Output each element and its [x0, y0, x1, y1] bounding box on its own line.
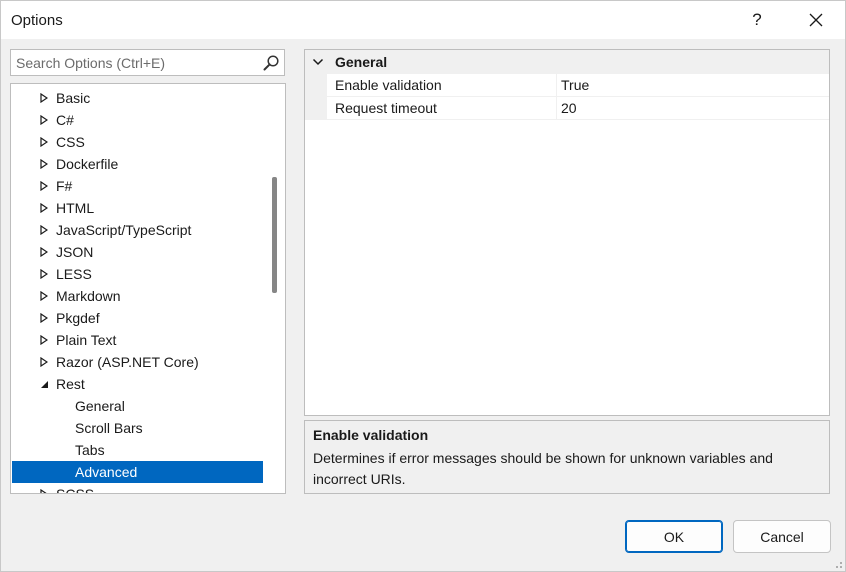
search-icon[interactable] [262, 54, 280, 72]
expand-arrow-icon[interactable] [38, 351, 50, 373]
property-row-gutter [305, 74, 327, 96]
property-separator [556, 97, 557, 119]
help-button[interactable]: ? [734, 1, 780, 39]
ok-button[interactable]: OK [625, 520, 723, 553]
tree-item-label: SCSS [56, 486, 95, 494]
tree-item-markdown[interactable]: Markdown [12, 285, 263, 307]
expand-arrow-icon[interactable] [38, 153, 50, 175]
tree-item-css[interactable]: CSS [12, 131, 263, 153]
expand-arrow-icon[interactable] [38, 175, 50, 197]
tree-item-json[interactable]: JSON [12, 241, 263, 263]
expand-arrow-icon[interactable] [38, 87, 50, 109]
close-button[interactable] [793, 1, 839, 39]
expand-arrow-icon[interactable] [38, 483, 50, 493]
property-row-gutter [305, 97, 327, 119]
property-value[interactable]: True [561, 77, 589, 93]
tree-item-dockerfile[interactable]: Dockerfile [12, 153, 263, 175]
tree-item-label: Dockerfile [56, 156, 119, 172]
tree-item-label: General [75, 398, 125, 414]
expand-arrow-icon[interactable] [38, 285, 50, 307]
tree-item-javascript-typescript[interactable]: JavaScript/TypeScript [12, 219, 263, 241]
tree-item-general[interactable]: General [12, 395, 263, 417]
tree-item-basic[interactable]: Basic [12, 87, 263, 109]
tree-item-less[interactable]: LESS [12, 263, 263, 285]
collapse-arrow-icon[interactable] [38, 373, 50, 395]
property-value[interactable]: 20 [561, 100, 577, 116]
tree-item-label: Tabs [75, 442, 105, 458]
expand-arrow-icon[interactable] [38, 131, 50, 153]
expand-arrow-icon[interactable] [38, 241, 50, 263]
cancel-button[interactable]: Cancel [733, 520, 831, 553]
tree-item-label: CSS [56, 134, 85, 150]
expand-arrow-icon[interactable] [38, 329, 50, 351]
property-row-request-timeout[interactable]: Request timeout 20 [305, 97, 829, 120]
expand-arrow-icon[interactable] [38, 197, 50, 219]
search-input[interactable] [16, 54, 256, 72]
property-name: Enable validation [335, 77, 442, 93]
description-text: Determines if error messages should be s… [313, 450, 773, 487]
property-category-label: General [335, 54, 388, 70]
description-title: Enable validation [313, 427, 429, 443]
expand-arrow-icon[interactable] [38, 307, 50, 329]
tree-scrollbar-thumb[interactable] [272, 177, 277, 293]
tree-item-label: Advanced [75, 464, 138, 480]
tree-item-scss[interactable]: SCSS [12, 483, 263, 494]
tree-item-label: JavaScript/TypeScript [56, 222, 192, 238]
tree-item-html[interactable]: HTML [12, 197, 263, 219]
resize-grip-icon[interactable] [831, 557, 843, 569]
window-title: Options [11, 12, 63, 29]
property-category-general[interactable]: General [305, 50, 829, 74]
tree-item-label: Pkgdef [56, 310, 100, 326]
tree-item-label: HTML [56, 200, 95, 216]
tree-item-label: Razor (ASP.NET Core) [56, 354, 199, 370]
tree-item-label: LESS [56, 266, 92, 282]
property-name: Request timeout [335, 100, 437, 116]
tree-item-label: Markdown [56, 288, 121, 304]
expand-arrow-icon[interactable] [38, 219, 50, 241]
tree-item-rest[interactable]: Rest [12, 373, 263, 395]
tree-item-pkgdef[interactable]: Pkgdef [12, 307, 263, 329]
tree-item-scroll-bars[interactable]: Scroll Bars [12, 417, 263, 439]
title-bar: Options ? [1, 1, 845, 39]
options-dialog: Options ? Basic C# CSS Dockerfile F# HTML Java… [0, 0, 846, 572]
tree-item-plain-text[interactable]: Plain Text [12, 329, 263, 351]
property-grid: General Enable validation True Request t… [304, 49, 830, 416]
tree-item-label: Basic [56, 90, 91, 106]
tree-item-label: Rest [56, 376, 85, 392]
tree-item-label: F# [56, 178, 73, 194]
tree-item-tabs[interactable]: Tabs [12, 439, 263, 461]
options-tree[interactable]: Basic C# CSS Dockerfile F# HTML JavaScript/Typ… [10, 83, 286, 494]
chevron-down-icon[interactable] [312, 56, 324, 68]
tree-item-c[interactable]: C# [12, 109, 263, 131]
description-panel: Enable validation Determines if error me… [304, 420, 830, 494]
expand-arrow-icon[interactable] [38, 263, 50, 285]
property-row-enable-validation[interactable]: Enable validation True [305, 74, 829, 97]
tree-item-f[interactable]: F# [12, 175, 263, 197]
tree-item-advanced[interactable]: Advanced [12, 461, 263, 483]
tree-item-label: Scroll Bars [75, 420, 143, 436]
tree-item-razor-asp-net-core[interactable]: Razor (ASP.NET Core) [12, 351, 263, 373]
tree-item-label: Plain Text [56, 332, 117, 348]
tree-item-label: C# [56, 112, 74, 128]
tree-item-label: JSON [56, 244, 94, 260]
close-icon [809, 13, 823, 27]
property-separator [556, 74, 557, 96]
search-box [10, 49, 285, 76]
expand-arrow-icon[interactable] [38, 109, 50, 131]
